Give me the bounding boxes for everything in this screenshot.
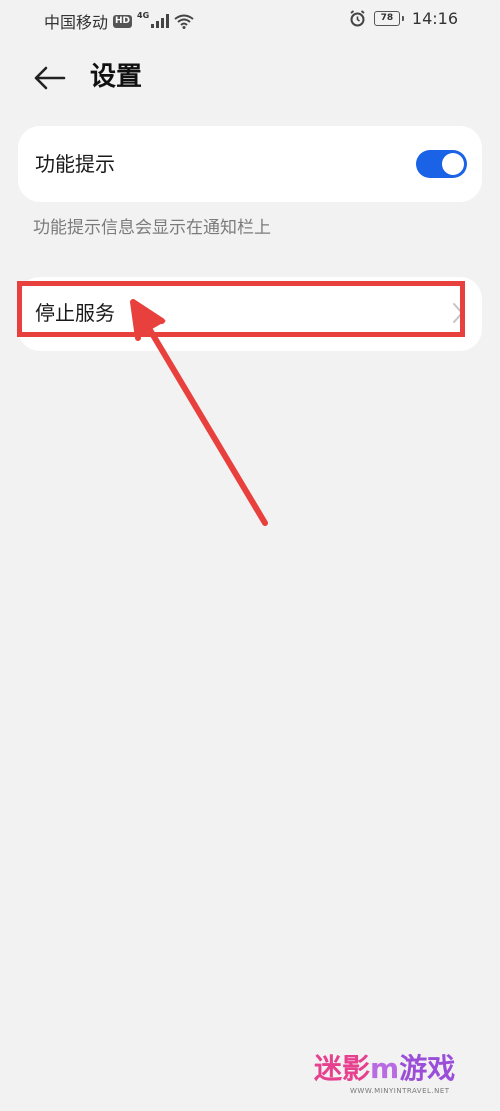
status-time: 14:16 bbox=[411, 9, 458, 28]
hd-badge: HD bbox=[113, 14, 133, 28]
feature-tip-description: 功能提示信息会显示在通知栏上 bbox=[33, 218, 271, 238]
watermark-url: WWW.MINYINTRAVEL.NET bbox=[350, 1087, 450, 1095]
status-bar-right: 78 14:16 bbox=[349, 9, 458, 28]
back-button[interactable] bbox=[30, 60, 70, 96]
watermark-text-left: 迷影 bbox=[314, 1052, 371, 1085]
network-type: 4G bbox=[137, 10, 150, 20]
carrier-name: 中国移动 bbox=[44, 13, 109, 32]
annotation-highlight-box bbox=[17, 281, 465, 337]
switch-knob bbox=[442, 153, 464, 175]
page-title: 设置 bbox=[90, 62, 143, 92]
feature-tip-card: 功能提示 bbox=[18, 126, 482, 202]
signal-icon bbox=[151, 14, 170, 28]
feature-tip-label: 功能提示 bbox=[35, 152, 115, 176]
alarm-icon bbox=[350, 10, 365, 27]
status-bar-left: 中国移动 HD 4G bbox=[44, 9, 194, 33]
watermark-logo: 迷影m游戏 WWW.MINYINTRAVEL.NET bbox=[314, 1053, 486, 1097]
feature-tip-switch[interactable] bbox=[416, 150, 467, 178]
watermark-text-right: 游戏 bbox=[399, 1052, 456, 1085]
watermark-logo-mark: m bbox=[370, 1052, 400, 1085]
arrow-left-icon bbox=[34, 66, 66, 90]
title-bar: 设置 bbox=[0, 50, 500, 106]
status-bar: 中国移动 HD 4G 78 14:16 bbox=[0, 0, 500, 38]
battery-indicator: 78 bbox=[373, 11, 404, 26]
wifi-icon bbox=[174, 14, 194, 29]
